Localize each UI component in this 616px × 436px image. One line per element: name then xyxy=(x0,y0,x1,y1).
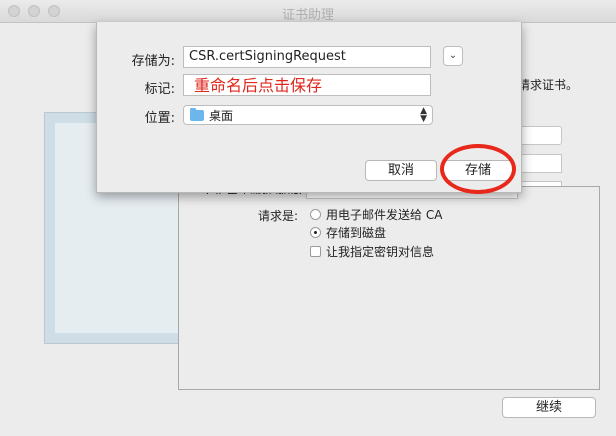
radio-email-ca[interactable] xyxy=(310,208,321,220)
location-value: 桌面 xyxy=(209,108,234,123)
option-save-disk[interactable]: 存储到磁盘 xyxy=(310,224,386,240)
cancel-button[interactable]: 取消 xyxy=(365,160,437,181)
save-as-label: 存储为: xyxy=(131,54,175,69)
common-name-field[interactable] xyxy=(516,154,562,173)
updown-arrows-icon: ▲ ▼ xyxy=(420,106,427,124)
expand-dialog-button[interactable]: ⌄ xyxy=(443,46,463,66)
tags-input[interactable]: 重命名后点击保存 xyxy=(183,74,431,96)
location-select[interactable]: 桌面 ▲ ▼ xyxy=(183,105,433,125)
tags-label: 标记: xyxy=(144,82,175,97)
continue-button[interactable]: 继续 xyxy=(502,397,596,418)
keypair-label: 让我指定密钥对信息 xyxy=(326,244,435,259)
option-email-ca[interactable]: 用电子邮件发送给 CA xyxy=(310,206,442,222)
option-keypair[interactable]: 让我指定密钥对信息 xyxy=(310,243,434,259)
option-email-ca-label: 用电子邮件发送给 CA xyxy=(326,207,443,222)
location-label: 位置: xyxy=(144,111,175,126)
chevron-down-icon: ⌄ xyxy=(448,50,458,61)
filename-input[interactable]: CSR.certSigningRequest xyxy=(183,46,431,68)
folder-icon xyxy=(190,107,204,121)
request-text: 请求证书。 xyxy=(518,78,579,92)
option-save-disk-label: 存储到磁盘 xyxy=(326,225,387,240)
radio-save-disk[interactable] xyxy=(310,226,321,238)
save-button-highlight-ring xyxy=(440,144,516,194)
window-titlebar: 证书助理 xyxy=(0,0,616,23)
ca-select[interactable] xyxy=(516,126,562,145)
window-title: 证书助理 xyxy=(281,8,334,23)
keypair-checkbox[interactable] xyxy=(310,245,321,257)
request-is-label: 请求是: xyxy=(258,209,299,223)
